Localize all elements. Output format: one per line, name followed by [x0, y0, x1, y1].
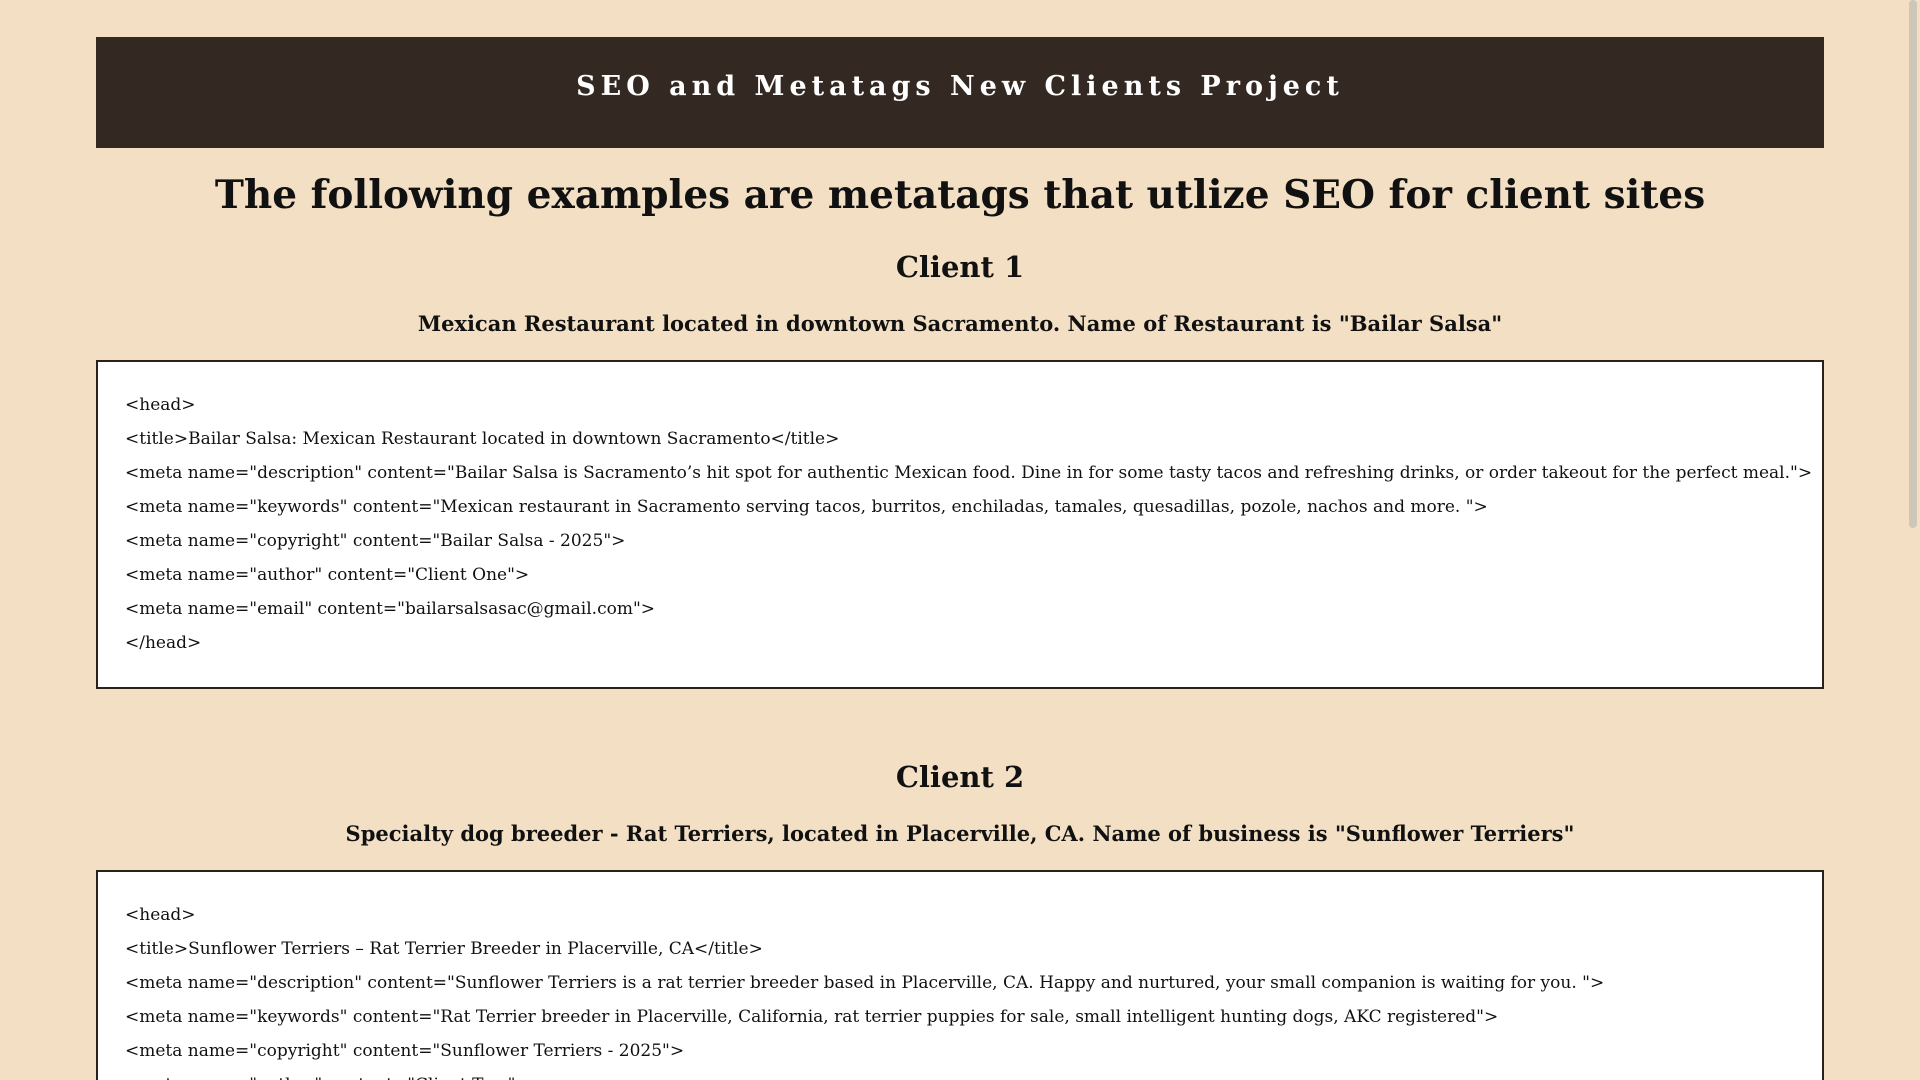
code-line: </head> [125, 633, 202, 653]
client-1-heading: Client 1 [895, 250, 1025, 284]
code-line: <meta name="copyright" content="Sunflowe… [125, 1041, 685, 1061]
code-line: <meta name="description" content="Bailar… [125, 463, 1813, 483]
code-line: <meta name="description" content="Sunflo… [125, 973, 1605, 993]
code-line: <title>Bailar Salsa: Mexican Restaurant … [125, 429, 840, 449]
code-line: <meta name="email" content="bailarsalsas… [125, 599, 656, 619]
code-line: <meta name="keywords" content="Mexican r… [125, 497, 1488, 517]
code-line: <head> [125, 905, 196, 925]
code-line: <meta name="keywords" content="Rat Terri… [125, 1007, 1499, 1027]
page-scrollbar[interactable] [1906, 0, 1920, 1080]
client-2-description: Specialty dog breeder - Rat Terriers, lo… [345, 821, 1575, 846]
banner-title: SEO and Metatags New Clients Project [576, 71, 1344, 102]
page-title: The following examples are metatags that… [214, 172, 1706, 218]
client-2-heading: Client 2 [895, 760, 1025, 794]
code-line: <meta name="author" content="Client One"… [125, 565, 530, 585]
client-2-code-box: <head> <title>Sunflower Terriers – Rat T… [96, 870, 1824, 1080]
scrollbar-thumb[interactable] [1909, 0, 1917, 528]
code-line: <title>Sunflower Terriers – Rat Terrier … [125, 939, 763, 959]
client-2-code-lines: <head> <title>Sunflower Terriers – Rat T… [98, 872, 1822, 1080]
code-line: <meta name="author" content="Client Two"… [125, 1068, 1822, 1080]
page: SEO and Metatags New Clients Project The… [0, 0, 1920, 1080]
client-1-description: Mexican Restaurant located in downtown S… [417, 311, 1503, 336]
page-banner: SEO and Metatags New Clients Project [96, 37, 1824, 148]
client-1-code-lines: <head> <title>Bailar Salsa: Mexican Rest… [98, 362, 1822, 660]
client-1-code-box: <head> <title>Bailar Salsa: Mexican Rest… [96, 360, 1824, 689]
code-line: <head> [125, 395, 196, 415]
code-line: <meta name="copyright" content="Bailar S… [125, 531, 626, 551]
